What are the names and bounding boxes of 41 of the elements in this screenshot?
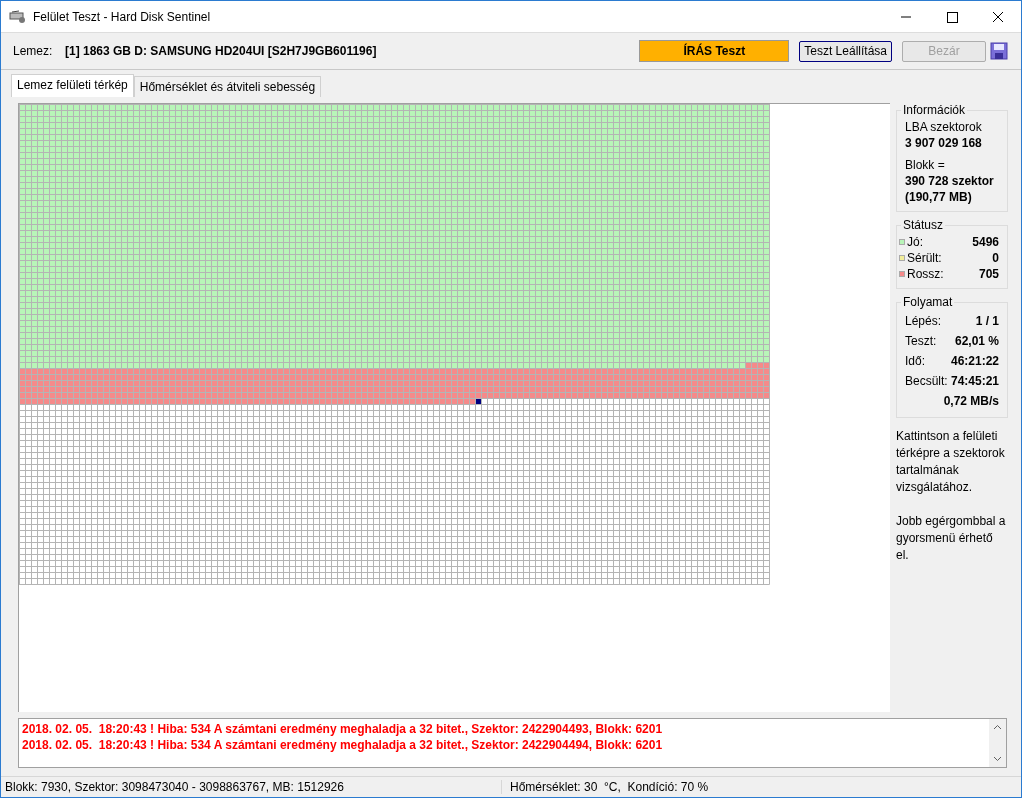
scroll-up-icon[interactable] (993, 723, 1002, 732)
progress-label: Idő: (905, 353, 925, 370)
info-text: Blokk = (905, 157, 946, 173)
info-text: 3 907 029 168 (905, 135, 983, 151)
progress-label: Lépés: (905, 313, 942, 330)
progress-value: 62,01 % (954, 333, 999, 350)
status-count: 0 (992, 250, 999, 266)
status-text: Blokk: 7930, Szektor: 3098473040 - 3098863767, MB: 1512926 (1, 780, 502, 794)
disk-name: [1] 1863 GB D: SAMSUNG HD204UI [S2H7J9GB601196] (65, 44, 377, 58)
stop-test-button[interactable]: Teszt Leállítása (799, 40, 892, 62)
status-count: 705 (978, 266, 999, 282)
progress-value: 1 / 1 (975, 313, 999, 330)
tab[interactable]: Lemez felületi térkép (11, 74, 134, 97)
info-text: 390 728 szektor (905, 173, 995, 189)
tab[interactable]: Hőmérséklet és átviteli sebesség (133, 76, 322, 97)
status-label: Sérült: (907, 250, 942, 266)
progress-label: Becsült: (905, 373, 948, 390)
status-label: Jó: (907, 234, 923, 250)
log-line: 2018. 02. 05. 18:20:43 ! Hiba: 534 A számtani eredmény meghaladja a 32 bitet., Szektor: 2422904493, Blokk: 6201 (22, 721, 664, 737)
save-icon[interactable] (989, 41, 1009, 61)
group-title: Információk (902, 103, 967, 117)
group-title: Státusz (902, 218, 945, 232)
log-box[interactable] (18, 718, 1007, 768)
group-title: Folyamat (902, 295, 954, 309)
help-text: Jobb egérgombbal a gyorsmenü érhető el. (896, 513, 1007, 564)
status-count: 5496 (972, 234, 999, 250)
progress-label: Teszt: (905, 333, 937, 350)
help-text: Kattintson a felületi térképre a szektorok tartalmának vizsgálatához. (896, 428, 1006, 496)
app-icon (9, 9, 27, 24)
progress-value: 46:21:22 (950, 353, 999, 370)
status-text: Hőmérséklet: 30 °C, Kondíció: 70 % (509, 780, 709, 794)
scroll-down-icon[interactable] (993, 754, 1002, 763)
test-mode-indicator: ÍRÁS Teszt (639, 40, 790, 62)
progress-value: 0,72 MB/s (943, 393, 999, 410)
info-text: LBA szektorok (905, 119, 983, 135)
log-line: 2018. 02. 05. 18:20:43 ! Hiba: 534 A számtani eredmény meghaladja a 32 bitet., Szektor: 2422904494, Blokk: 6201 (22, 737, 664, 753)
window-title: Felület Teszt - Hard Disk Sentinel (33, 9, 211, 24)
disk-label: Lemez: (13, 44, 54, 58)
status-label: Rossz: (907, 266, 944, 282)
progress-value: 74:45:21 (950, 373, 999, 390)
info-text: (190,77 MB) (905, 189, 973, 205)
